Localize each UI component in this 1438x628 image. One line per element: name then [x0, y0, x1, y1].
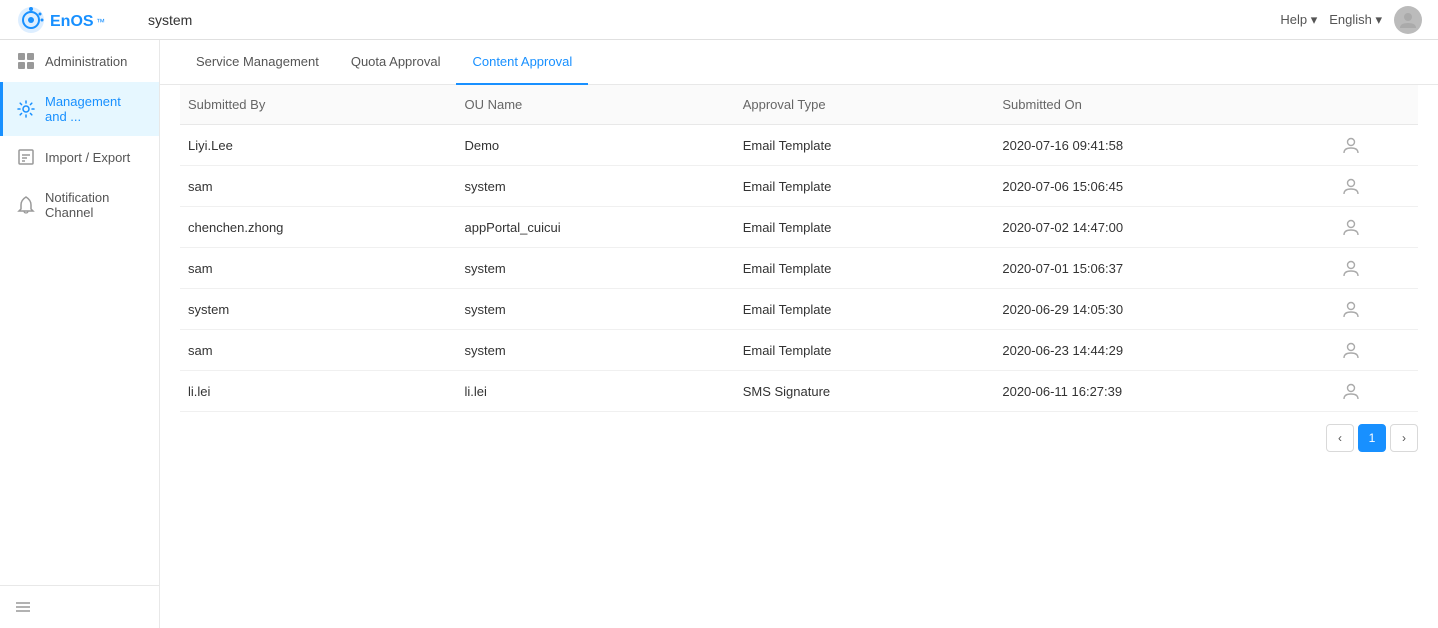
avatar-icon [1398, 10, 1418, 30]
person-icon [1342, 259, 1360, 277]
cell-submitted-on: 2020-07-01 15:06:37 [994, 248, 1333, 289]
row-action-icon[interactable] [1342, 341, 1410, 359]
cell-action [1334, 207, 1418, 248]
cell-submitted-by: sam [180, 248, 456, 289]
user-avatar[interactable] [1394, 6, 1422, 34]
sidebar-label-notification: Notification Channel [45, 190, 145, 220]
topbar-left: EnOS ™ ™ system [16, 5, 192, 35]
cell-approval-type: Email Template [735, 207, 995, 248]
table-row: Liyi.LeeDemoEmail Template2020-07-16 09:… [180, 125, 1418, 166]
import-icon [17, 148, 35, 166]
language-selector[interactable]: English ▾ [1329, 12, 1382, 28]
table-row: systemsystemEmail Template2020-06-29 14:… [180, 289, 1418, 330]
sidebar-label-administration: Administration [45, 54, 127, 69]
row-action-icon[interactable] [1342, 177, 1410, 195]
cell-action [1334, 330, 1418, 371]
app-title: system [148, 12, 192, 28]
cell-ou-name: system [456, 248, 734, 289]
table-header-row: Submitted By OU Name Approval Type Submi… [180, 85, 1418, 125]
cell-action [1334, 289, 1418, 330]
table-row: li.leili.leiSMS Signature2020-06-11 16:2… [180, 371, 1418, 412]
sidebar-item-notification[interactable]: Notification Channel [0, 178, 159, 232]
main-content: Service Management Quota Approval Conten… [160, 40, 1438, 628]
cell-approval-type: SMS Signature [735, 371, 995, 412]
col-ou-name: OU Name [456, 85, 734, 125]
notification-icon [17, 196, 35, 214]
svg-text:™: ™ [96, 17, 105, 27]
col-submitted-by: Submitted By [180, 85, 456, 125]
cell-approval-type: Email Template [735, 125, 995, 166]
person-icon [1342, 341, 1360, 359]
row-action-icon[interactable] [1342, 382, 1410, 400]
cell-approval-type: Email Template [735, 248, 995, 289]
cell-ou-name: system [456, 289, 734, 330]
person-icon [1342, 177, 1360, 195]
table-row: samsystemEmail Template2020-07-06 15:06:… [180, 166, 1418, 207]
row-action-icon[interactable] [1342, 136, 1410, 154]
topbar-right: Help ▾ English ▾ [1280, 6, 1422, 34]
person-icon [1342, 382, 1360, 400]
logo: EnOS ™ ™ [16, 5, 136, 35]
cell-approval-type: Email Template [735, 166, 995, 207]
cell-submitted-on: 2020-06-23 14:44:29 [994, 330, 1333, 371]
tab-bar: Service Management Quota Approval Conten… [160, 40, 1438, 85]
cell-submitted-on: 2020-06-29 14:05:30 [994, 289, 1333, 330]
cell-submitted-by: system [180, 289, 456, 330]
tab-service-management[interactable]: Service Management [180, 40, 335, 85]
col-actions [1334, 85, 1418, 125]
sidebar-label-import-export: Import / Export [45, 150, 130, 165]
col-approval-type: Approval Type [735, 85, 995, 125]
person-icon [1342, 218, 1360, 236]
approval-table: Submitted By OU Name Approval Type Submi… [180, 85, 1418, 412]
pagination-prev[interactable]: ‹ [1326, 424, 1354, 452]
grid-icon [17, 52, 35, 70]
cell-ou-name: system [456, 330, 734, 371]
sidebar-item-administration[interactable]: Administration [0, 40, 159, 82]
row-action-icon[interactable] [1342, 259, 1410, 277]
cell-ou-name: Demo [456, 125, 734, 166]
cell-submitted-by: li.lei [180, 371, 456, 412]
help-button[interactable]: Help ▾ [1280, 12, 1317, 28]
cell-action [1334, 125, 1418, 166]
col-submitted-on: Submitted On [994, 85, 1333, 125]
sidebar-label-management: Management and ... [45, 94, 145, 124]
cell-action [1334, 166, 1418, 207]
row-action-icon[interactable] [1342, 300, 1410, 318]
pagination: ‹ 1 › [160, 412, 1438, 464]
sidebar: Administration Management and ... Import… [0, 0, 160, 628]
sidebar-item-management[interactable]: Management and ... [0, 82, 159, 136]
sidebar-bottom [0, 585, 159, 628]
enos-logo-svg: EnOS ™ ™ [16, 5, 136, 35]
row-action-icon[interactable] [1342, 218, 1410, 236]
cell-ou-name: system [456, 166, 734, 207]
cell-action [1334, 248, 1418, 289]
cell-submitted-by: sam [180, 330, 456, 371]
table-row: chenchen.zhongappPortal_cuicuiEmail Temp… [180, 207, 1418, 248]
pagination-next[interactable]: › [1390, 424, 1418, 452]
cell-submitted-on: 2020-07-16 09:41:58 [994, 125, 1333, 166]
cell-submitted-by: Liyi.Lee [180, 125, 456, 166]
person-icon [1342, 136, 1360, 154]
sidebar-item-import-export[interactable]: Import / Export [0, 136, 159, 178]
cell-submitted-on: 2020-06-11 16:27:39 [994, 371, 1333, 412]
cell-ou-name: appPortal_cuicui [456, 207, 734, 248]
cell-submitted-by: chenchen.zhong [180, 207, 456, 248]
topbar: EnOS ™ ™ system Help ▾ English ▾ [0, 0, 1438, 40]
tab-content-approval[interactable]: Content Approval [456, 40, 588, 85]
table-container: Submitted By OU Name Approval Type Submi… [160, 85, 1438, 412]
cell-ou-name: li.lei [456, 371, 734, 412]
cell-submitted-on: 2020-07-06 15:06:45 [994, 166, 1333, 207]
cell-submitted-by: sam [180, 166, 456, 207]
person-icon [1342, 300, 1360, 318]
cell-submitted-on: 2020-07-02 14:47:00 [994, 207, 1333, 248]
cell-approval-type: Email Template [735, 330, 995, 371]
table-row: samsystemEmail Template2020-06-23 14:44:… [180, 330, 1418, 371]
tab-quota-approval[interactable]: Quota Approval [335, 40, 457, 85]
pagination-page-1[interactable]: 1 [1358, 424, 1386, 452]
settings-icon [17, 100, 35, 118]
cell-approval-type: Email Template [735, 289, 995, 330]
cell-action [1334, 371, 1418, 412]
table-row: samsystemEmail Template2020-07-01 15:06:… [180, 248, 1418, 289]
menu-icon[interactable] [14, 598, 32, 616]
